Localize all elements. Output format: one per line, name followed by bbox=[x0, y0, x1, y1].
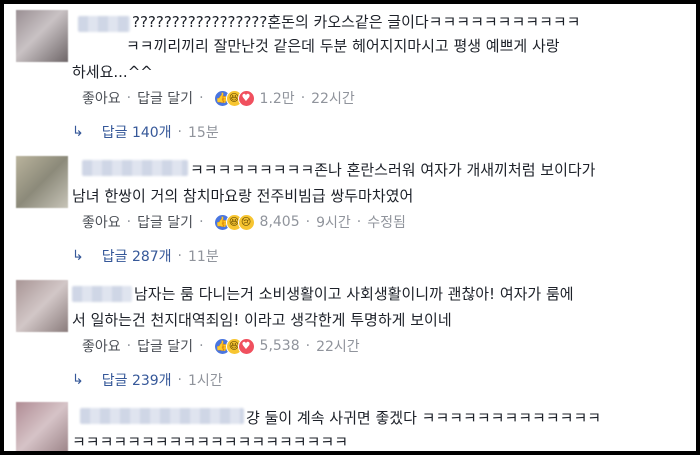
comment-text-line-2: 남녀 한쌍이 거의 참치마요랑 전주비빔급 쌍두마차였어 bbox=[72, 187, 414, 205]
avatar[interactable] bbox=[16, 402, 68, 451]
reactions-summary[interactable]: 👍 😆 😢 8,405 bbox=[213, 213, 300, 231]
replies-link[interactable]: 답글 140개 bbox=[102, 122, 172, 142]
comment-text-line-3: 하세요...^^ bbox=[72, 63, 153, 81]
comment-text-line-2: 서 일하는건 천지대역죄임! 이라고 생각한게 투명하게 보이네 bbox=[72, 311, 452, 329]
reply-button[interactable]: 답글 달기 bbox=[137, 336, 193, 356]
replies-link[interactable]: 답글 287개 bbox=[102, 246, 172, 266]
reply-time: 15분 bbox=[188, 125, 219, 141]
comment-text-line-1: 남자는 룸 다니는거 소비생활이고 사회생활이니까 괜찮아! 여자가 룸에 bbox=[134, 285, 574, 303]
comment-2: ㅋㅋㅋㅋㅋㅋㅋㅋㅋ존나 혼란스러워 여자가 개새끼처럼 보이다가 남녀 한쌍이 … bbox=[10, 152, 690, 272]
comment-text-line-1: ?????????????????혼돈의 카오스같은 글이다ㅋㅋㅋㅋㅋㅋㅋㅋㅋㅋ… bbox=[132, 13, 581, 31]
comment-time[interactable]: 22시간 bbox=[311, 88, 355, 108]
reply-time: 11분 bbox=[188, 249, 219, 265]
comment-text-line-1: 걍 둘이 계속 사귀면 좋겠다 ㅋㅋㅋㅋㅋㅋㅋㅋㅋㅋㅋㅋㅋ bbox=[246, 409, 602, 427]
reply-arrow-icon: ↳ bbox=[72, 124, 84, 140]
reaction-count: 5,538 bbox=[259, 338, 300, 354]
avatar[interactable] bbox=[16, 10, 68, 62]
love-reaction-icon: ♥ bbox=[237, 337, 255, 355]
author-name-blurred[interactable] bbox=[78, 16, 130, 32]
reactions-summary[interactable]: 👍 😆 ♥ 5,538 bbox=[213, 337, 300, 355]
view-replies[interactable]: ↳ 답글 140개 · 15분 bbox=[72, 122, 219, 142]
avatar[interactable] bbox=[16, 280, 68, 332]
comment-actions: 좋아요 · 답글 달기 · 👍 😆 ♥ 5,538 · 22시간 bbox=[82, 336, 360, 356]
comment-text-line-2: ㅋㅋ끼리끼리 잘만난것 같은데 두분 헤어지지마시고 평생 예쁘게 사랑 bbox=[126, 37, 560, 55]
reaction-count: 8,405 bbox=[259, 214, 300, 230]
comment-time[interactable]: 22시간 bbox=[316, 336, 360, 356]
replies-link[interactable]: 답글 239개 bbox=[102, 370, 172, 390]
reaction-count: 1.2만 bbox=[259, 91, 295, 107]
reply-button[interactable]: 답글 달기 bbox=[137, 88, 193, 108]
love-reaction-icon: ♥ bbox=[237, 89, 255, 107]
like-button[interactable]: 좋아요 bbox=[82, 336, 121, 356]
reply-arrow-icon: ↳ bbox=[72, 248, 84, 264]
reactions-summary[interactable]: 👍 😆 ♥ 1.2만 bbox=[213, 88, 295, 108]
edited-label[interactable]: 수정됨 bbox=[367, 212, 406, 232]
comment-text-line-1: ㅋㅋㅋㅋㅋㅋㅋㅋㅋ존나 혼란스러워 여자가 개새끼처럼 보이다가 bbox=[190, 161, 596, 179]
comment-thread: ?????????????????혼돈의 카오스같은 글이다ㅋㅋㅋㅋㅋㅋㅋㅋㅋㅋ… bbox=[0, 0, 700, 455]
comment-actions: 좋아요 · 답글 달기 · 👍 😆 😢 8,405 · 9시간 · 수정됨 bbox=[82, 212, 406, 232]
avatar[interactable] bbox=[16, 156, 68, 208]
author-name-blurred[interactable] bbox=[80, 408, 244, 424]
comment-3: 남자는 룸 다니는거 소비생활이고 사회생활이니까 괜찮아! 여자가 룸에 서 … bbox=[10, 276, 690, 396]
view-replies[interactable]: ↳ 답글 287개 · 11분 bbox=[72, 246, 219, 266]
comment-4: 걍 둘이 계속 사귀면 좋겠다 ㅋㅋㅋㅋㅋㅋㅋㅋㅋㅋㅋㅋㅋ ㅋㅋㅋㅋㅋㅋㅋㅋㅋㅋ… bbox=[10, 400, 690, 451]
like-button[interactable]: 좋아요 bbox=[82, 88, 121, 108]
view-replies[interactable]: ↳ 답글 239개 · 1시간 bbox=[72, 370, 223, 390]
comment-time[interactable]: 9시간 bbox=[316, 212, 351, 232]
reply-time: 1시간 bbox=[188, 373, 223, 389]
author-name-blurred[interactable] bbox=[72, 286, 132, 302]
comment-actions: 좋아요 · 답글 달기 · 👍 😆 ♥ 1.2만 · 22시간 bbox=[82, 88, 355, 108]
sad-reaction-icon: 😢 bbox=[237, 213, 255, 231]
author-name-blurred[interactable] bbox=[82, 160, 188, 176]
reply-arrow-icon: ↳ bbox=[72, 372, 84, 388]
reply-button[interactable]: 답글 달기 bbox=[137, 212, 193, 232]
like-button[interactable]: 좋아요 bbox=[82, 212, 121, 232]
comment-text-line-2: ㅋㅋㅋㅋㅋㅋㅋㅋㅋㅋㅋㅋㅋㅋㅋㅋㅋㅋㅋㅋ bbox=[72, 433, 349, 451]
comment-1: ?????????????????혼돈의 카오스같은 글이다ㅋㅋㅋㅋㅋㅋㅋㅋㅋㅋ… bbox=[10, 4, 690, 154]
